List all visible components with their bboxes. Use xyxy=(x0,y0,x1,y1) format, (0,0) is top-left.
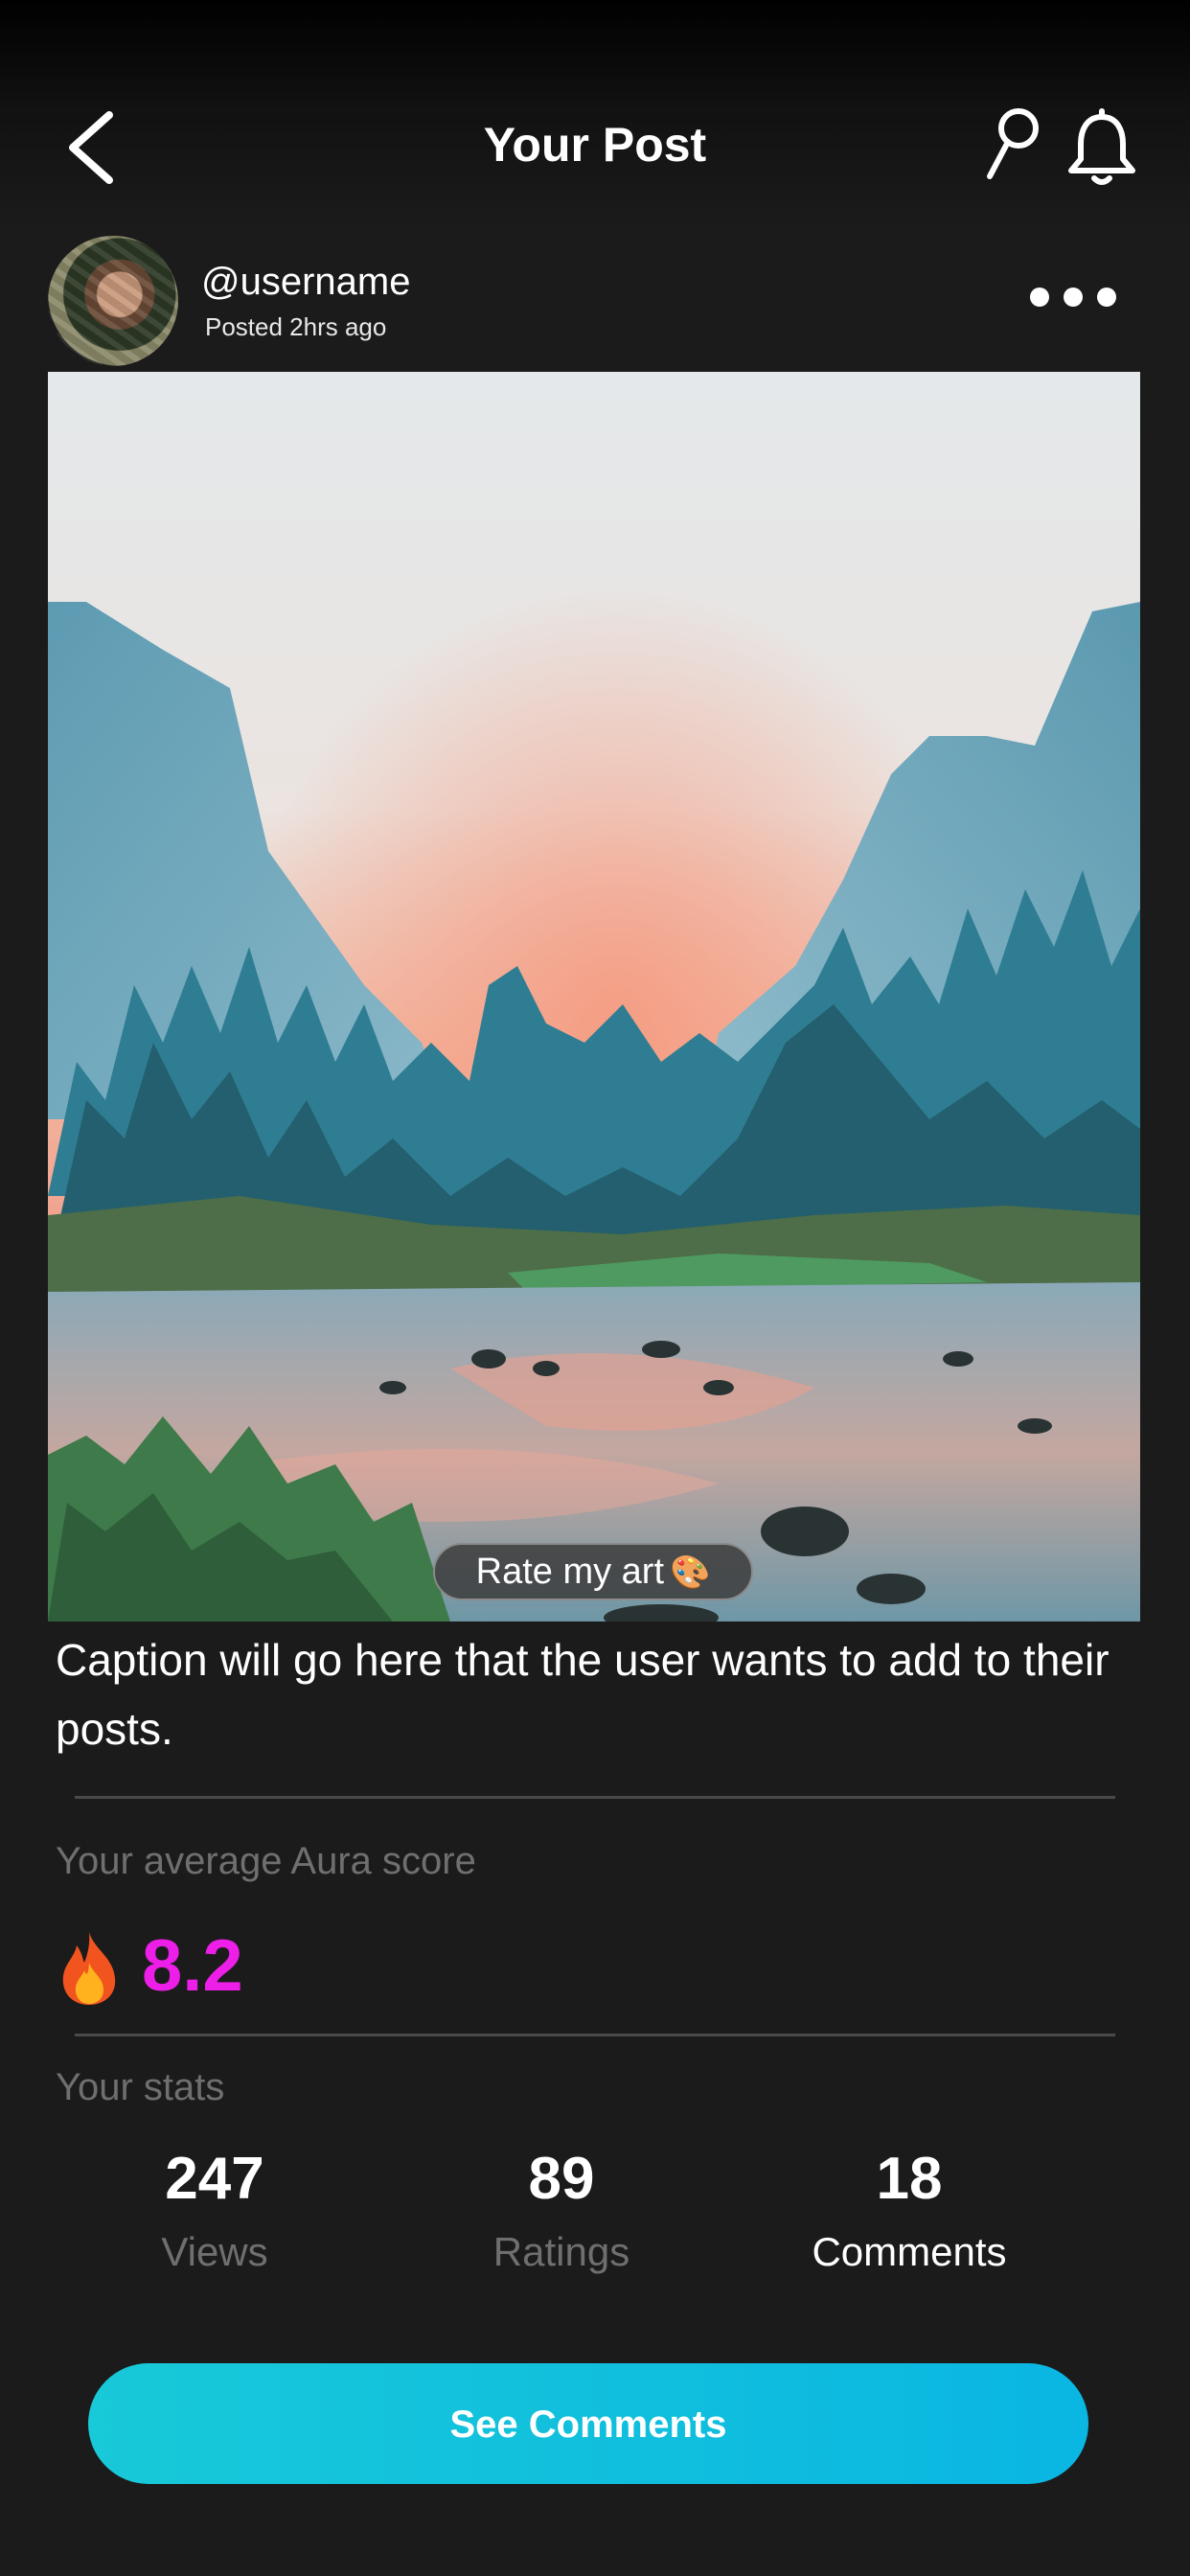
notifications-button[interactable] xyxy=(1064,107,1140,188)
aura-score-value: 8.2 xyxy=(142,1925,243,2007)
stat-views[interactable]: 247 Views xyxy=(71,2141,358,2275)
fire-icon xyxy=(62,1932,116,2005)
more-options-button[interactable] xyxy=(1025,278,1121,316)
username[interactable]: @username xyxy=(201,261,410,304)
stats-label: Your stats xyxy=(56,2066,225,2108)
bell-icon xyxy=(1068,108,1135,185)
stat-label: Views xyxy=(161,2229,268,2274)
more-horizontal-icon xyxy=(1030,288,1116,307)
rate-label: Rate my art xyxy=(475,1552,665,1592)
palette-emoji: 🎨 xyxy=(670,1554,711,1591)
stat-ratings[interactable]: 89 Ratings xyxy=(418,2141,705,2275)
stat-value: 18 xyxy=(876,2146,943,2212)
aura-score-label: Your average Aura score xyxy=(56,1840,476,1882)
divider xyxy=(75,1796,1115,1799)
post-image[interactable] xyxy=(48,372,1140,1622)
back-button[interactable] xyxy=(56,109,132,186)
app-header: Your Post xyxy=(0,96,1190,201)
stat-comments[interactable]: 18 Comments xyxy=(766,2141,1053,2275)
chevron-left-icon xyxy=(69,111,113,184)
stat-label: Comments xyxy=(812,2229,1007,2274)
stat-value: 247 xyxy=(165,2146,264,2212)
stat-label: Ratings xyxy=(492,2229,630,2274)
post-author: @username Posted 2hrs ago xyxy=(48,236,1142,366)
search-icon xyxy=(987,108,1039,179)
stat-value: 89 xyxy=(528,2146,595,2212)
post-stats: 247 Views 89 Ratings 18 Comments xyxy=(0,2141,1190,2294)
search-button[interactable] xyxy=(982,105,1043,186)
rate-my-art-tag[interactable]: Rate my art 🎨 xyxy=(433,1543,753,1600)
avatar[interactable] xyxy=(48,236,178,366)
divider xyxy=(75,2034,1115,2036)
see-comments-button[interactable]: See Comments xyxy=(88,2363,1088,2484)
post-caption: Caption will go here that the user wants… xyxy=(56,1635,1110,1754)
landscape-image xyxy=(48,372,1140,1622)
post-timestamp: Posted 2hrs ago xyxy=(205,312,387,341)
